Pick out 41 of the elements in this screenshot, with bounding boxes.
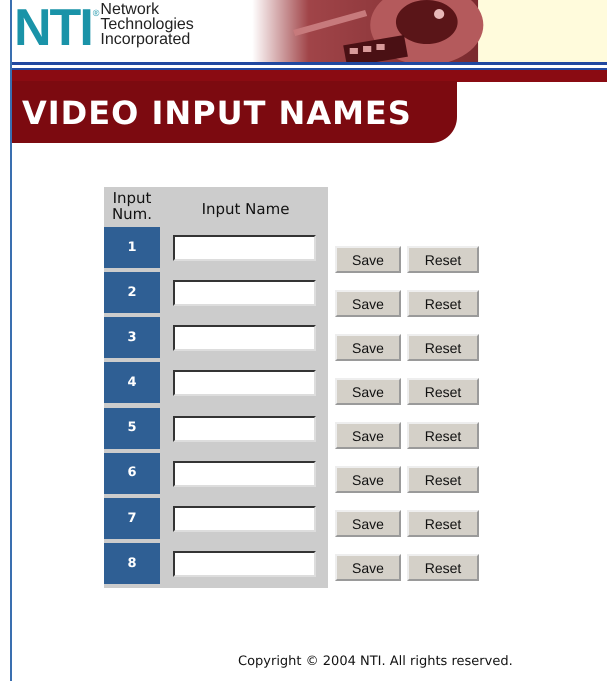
save-button[interactable]: Save xyxy=(335,290,401,317)
column-header: Input Num. xyxy=(110,188,154,224)
registered-mark: ® xyxy=(92,7,100,20)
row-number: 1 xyxy=(104,227,160,268)
reset-button[interactable]: Reset xyxy=(407,334,479,361)
save-button[interactable]: Save xyxy=(335,378,401,405)
page-title: VIDEO INPUT NAMES xyxy=(12,81,457,143)
save-button[interactable]: Save xyxy=(335,334,401,361)
save-button[interactable]: Save xyxy=(335,554,401,581)
row-number: 4 xyxy=(104,362,160,404)
input-field[interactable] xyxy=(173,280,316,306)
reset-button[interactable]: Reset xyxy=(407,510,479,537)
input-field[interactable] xyxy=(173,460,316,487)
save-button[interactable]: Save xyxy=(335,466,401,493)
company-name: Technologies xyxy=(100,17,194,32)
save-button[interactable]: Save xyxy=(335,246,401,273)
row-number: 5 xyxy=(104,408,160,449)
reset-button[interactable]: Reset xyxy=(407,378,479,405)
row-number: 8 xyxy=(104,542,160,584)
reset-button[interactable]: Reset xyxy=(407,290,479,317)
logo-text: NTI xyxy=(14,2,92,54)
copyright-text: Copyright © 2004 NTI. All rights reserved. xyxy=(238,653,513,671)
reset-button[interactable]: Reset xyxy=(407,422,479,449)
input-field[interactable] xyxy=(173,325,316,352)
company-name: Incorporated xyxy=(100,32,190,47)
input-field[interactable] xyxy=(173,550,316,577)
row-number: 7 xyxy=(104,498,160,539)
company-name: Network xyxy=(100,2,160,17)
reset-button[interactable]: Reset xyxy=(407,466,479,493)
input-field[interactable] xyxy=(173,370,316,396)
row-number: 2 xyxy=(104,272,160,314)
row-number: 6 xyxy=(104,452,160,494)
reset-button[interactable]: Reset xyxy=(407,554,479,581)
column-header: Input Name xyxy=(200,199,290,220)
reset-button[interactable]: Reset xyxy=(407,246,479,273)
input-field[interactable] xyxy=(173,506,316,532)
save-button[interactable]: Save xyxy=(335,510,401,537)
row-number: 3 xyxy=(104,317,160,358)
input-field[interactable] xyxy=(173,235,316,262)
input-field[interactable] xyxy=(173,416,316,442)
save-button[interactable]: Save xyxy=(335,422,401,449)
